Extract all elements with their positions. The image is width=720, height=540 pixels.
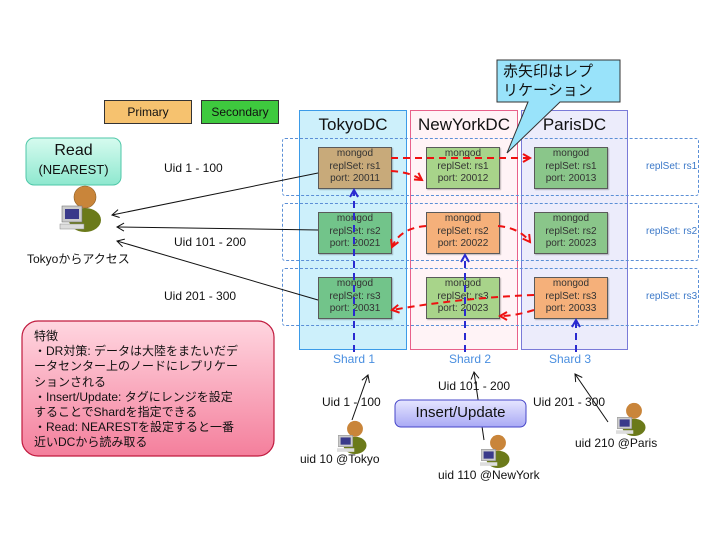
features-line: することでShardを指定できる <box>34 405 198 420</box>
replication-arrow-rs1-newyork <box>390 170 422 180</box>
features-line: ションされる <box>34 374 107 389</box>
features-line: ・DR対策: データは大陸をまたいだデ <box>34 344 239 359</box>
features-text: 特徴 ・DR対策: データは大陸をまたいだデ ータセンター上のノードにレプリケー… <box>34 329 274 451</box>
replication-arrow-rs2-tokyo <box>392 225 427 247</box>
features-line: 近いDCから読み取る <box>34 435 148 450</box>
callout-line-1: 赤矢印はレプ <box>503 63 594 80</box>
replication-arrow-rs2-paris <box>497 225 530 242</box>
features-title: 特徴 <box>34 329 59 343</box>
features-line: ・Insert/Update: タグにレンジを設定 <box>34 389 233 404</box>
features-line: ・Read: NEARESTを設定すると一番 <box>34 420 235 435</box>
write-range-3: Uid 201 - 300 <box>533 395 606 409</box>
read-arrow-rs1 <box>111 172 319 218</box>
callout-line-2: リケーション <box>503 82 593 99</box>
user-icon-tokyo <box>337 420 367 454</box>
read-subtitle: (NEAREST) <box>38 162 109 177</box>
writer-paris: uid 210 @Paris <box>575 436 658 450</box>
write-range-2: Uid 101 - 200 <box>438 379 511 393</box>
shard-label-3: Shard 3 <box>549 352 592 366</box>
replication-arrow-rs3-newyork <box>500 309 535 316</box>
insert-update-label: Insert/Update <box>415 404 506 421</box>
writer-newyork: uid 110 @NewYork <box>438 468 540 482</box>
write-range-1: Uid 1 - 100 <box>322 395 381 409</box>
read-box-text: Read (NEAREST) <box>26 141 121 180</box>
shard-label-1: Shard 1 <box>333 352 376 366</box>
user-icon-paris <box>616 402 646 436</box>
reader-label: Tokyoからアクセス <box>27 252 130 266</box>
replication-arrows <box>390 158 535 316</box>
shard-lines <box>354 190 576 352</box>
user-icon-reader <box>59 185 101 232</box>
read-range-1: Uid 1 - 100 <box>164 161 223 175</box>
read-range-2: Uid 101 - 200 <box>174 235 247 249</box>
replication-arrow-rs3-tokyo <box>392 294 535 310</box>
shard-label-2: Shard 2 <box>449 352 492 366</box>
writer-tokyo: uid 10 @Tokyo <box>300 452 380 466</box>
read-range-3: Uid 201 - 300 <box>164 289 237 303</box>
read-title: Read <box>54 142 93 159</box>
read-arrow-rs2 <box>115 222 319 232</box>
features-line: ータセンター上のノードにレプリケー <box>34 359 239 374</box>
callout-text: 赤矢印はレプ リケーション <box>503 62 593 100</box>
